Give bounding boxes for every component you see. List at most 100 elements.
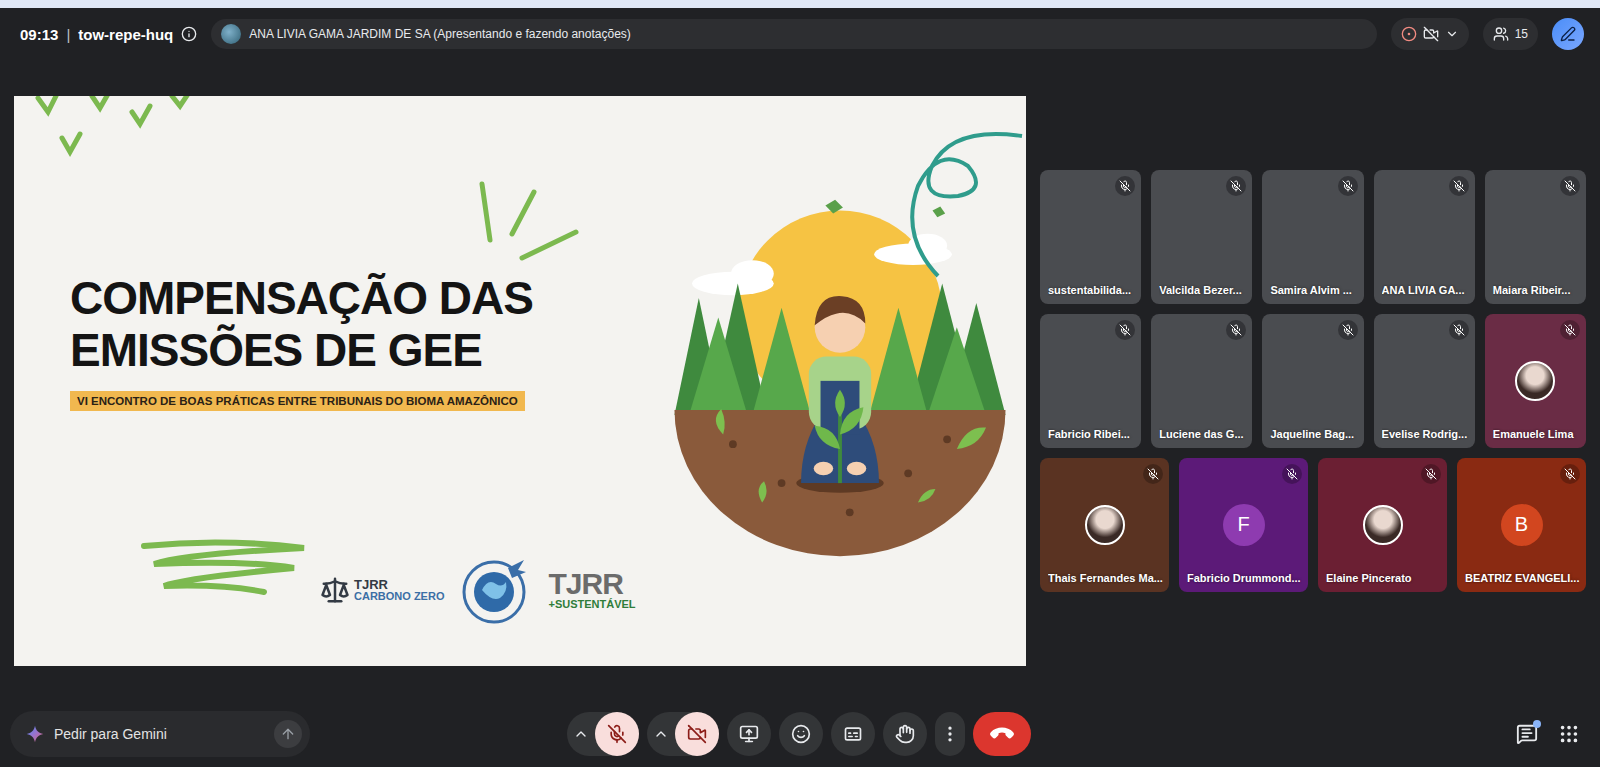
tile-row: sustentabilida... Valcilda Bezer... Samira… <box>1040 170 1586 304</box>
logo-title: TJRR <box>548 569 635 599</box>
meeting-code: tow-repe-huq <box>78 26 173 43</box>
muted-badge <box>1226 320 1246 340</box>
participant-tile[interactable]: Elaine Pincerato <box>1318 458 1447 592</box>
mic-off-icon <box>1453 324 1465 336</box>
separator: | <box>66 26 70 43</box>
participant-avatar: F <box>1223 504 1265 546</box>
reactions-button[interactable] <box>779 712 823 756</box>
participant-name: Jaqueline Bag... <box>1270 428 1357 440</box>
meeting-time: 09:13 <box>20 26 58 43</box>
send-button[interactable] <box>274 720 302 748</box>
participant-tile[interactable]: Evelise Rodrig... <box>1374 314 1475 448</box>
logo-title: TJRR <box>354 578 444 591</box>
presentation-slide: COMPENSAÇÃO DAS EMISSÕES DE GEEVI ENCONT… <box>14 96 1026 666</box>
mic-off-icon <box>1286 468 1298 480</box>
mic-off-icon <box>1147 468 1159 480</box>
mic-off-icon <box>1230 324 1242 336</box>
muted-badge <box>1338 320 1358 340</box>
participant-name: Fabricio Ribei... <box>1048 428 1135 440</box>
captions-icon <box>843 724 863 744</box>
muted-badge <box>1338 176 1358 196</box>
microphone-button[interactable] <box>595 712 639 756</box>
camera-button[interactable] <box>675 712 719 756</box>
participant-tile[interactable]: ANA LIVIA GA... <box>1374 170 1475 304</box>
leave-call-button[interactable] <box>973 712 1031 756</box>
people-icon <box>1493 26 1509 42</box>
activities-button[interactable] <box>1558 723 1580 745</box>
participant-tile[interactable]: Jaqueline Bag... <box>1262 314 1363 448</box>
scribble-decoration <box>894 126 1024 286</box>
mic-off-icon <box>1453 180 1465 192</box>
camera-group <box>647 712 719 756</box>
mic-off-icon <box>1564 468 1576 480</box>
bottom-bar: Pedir para Gemini <box>0 701 1600 767</box>
muted-badge <box>1449 320 1469 340</box>
top-bar: 09:13 | tow-repe-huq ANA LIVIA GAMA JARDIM … <box>0 8 1600 60</box>
participant-name: Evelise Rodrig... <box>1382 428 1469 440</box>
participant-tile[interactable]: Fabricio Ribei... <box>1040 314 1141 448</box>
arrow-up-icon <box>280 726 296 742</box>
presentation-stage: COMPENSAÇÃO DAS EMISSÕES DE GEEVI ENCONT… <box>14 60 1026 701</box>
present-button[interactable] <box>727 712 771 756</box>
tile-row: Fabricio Ribei... Luciene das G... Jaqueli… <box>1040 314 1586 448</box>
chevron-up-icon <box>573 726 589 742</box>
recording-controls[interactable] <box>1391 18 1469 50</box>
participant-tile[interactable]: Maiara Ribeir... <box>1485 170 1586 304</box>
chat-button[interactable] <box>1516 723 1538 745</box>
info-icon[interactable] <box>181 26 197 42</box>
participant-tile[interactable]: sustentabilida... <box>1040 170 1141 304</box>
camera-off-icon <box>1423 26 1439 42</box>
presenter-banner[interactable]: ANA LIVIA GAMA JARDIM DE SA (Apresentand… <box>211 19 1376 49</box>
muted-badge <box>1421 464 1441 484</box>
participant-tile[interactable]: Thais Fernandes Ma... <box>1040 458 1169 592</box>
slide-illustration <box>654 96 1026 666</box>
participants-count: 15 <box>1515 27 1528 41</box>
participants-button[interactable]: 15 <box>1483 18 1538 50</box>
mic-off-icon <box>1564 324 1576 336</box>
gemini-input[interactable]: Pedir para Gemini <box>10 711 310 757</box>
participant-tile[interactable]: FFabricio Drummond... <box>1179 458 1308 592</box>
participant-tile[interactable]: Luciene das G... <box>1151 314 1252 448</box>
hang-up-icon <box>988 720 1016 748</box>
participant-tile[interactable]: BBEATRIZ EVANGELI... <box>1457 458 1586 592</box>
browser-strip <box>0 0 1600 8</box>
mic-off-icon <box>607 724 627 744</box>
logo-caption: +SUSTENTÁVEL <box>548 599 635 610</box>
muted-badge <box>1143 464 1163 484</box>
annotate-button[interactable] <box>1552 18 1584 50</box>
more-vertical-icon <box>940 724 960 744</box>
muted-badge <box>1560 176 1580 196</box>
apps-grid-icon <box>1558 723 1580 745</box>
participant-tile[interactable]: Samira Alvim ... <box>1262 170 1363 304</box>
participant-avatar: B <box>1501 504 1543 546</box>
unread-dot <box>1533 720 1541 728</box>
mic-off-icon <box>1564 180 1576 192</box>
participant-name: ANA LIVIA GA... <box>1382 284 1469 296</box>
checkmarks-decoration <box>32 96 202 162</box>
more-options-button[interactable] <box>935 712 965 756</box>
participant-name: Valcilda Bezer... <box>1159 284 1246 296</box>
muted-badge <box>1560 320 1580 340</box>
camera-off-icon <box>687 724 707 744</box>
mic-off-icon <box>1119 180 1131 192</box>
present-screen-icon <box>739 724 759 744</box>
hand-icon <box>895 724 915 744</box>
sustainable-logo: TJRR+SUSTENTÁVEL <box>548 569 635 610</box>
muted-badge <box>1115 320 1135 340</box>
microphone-group <box>567 712 639 756</box>
record-icon <box>1401 26 1417 42</box>
raise-hand-button[interactable] <box>883 712 927 756</box>
tile-row: Thais Fernandes Ma...FFabricio Drummond.… <box>1040 458 1586 592</box>
video-settings-button[interactable] <box>647 712 675 756</box>
chevron-down-icon <box>1445 27 1459 41</box>
participant-tile[interactable]: Valcilda Bezer... <box>1151 170 1252 304</box>
participant-tile[interactable]: Emanuele Lima <box>1485 314 1586 448</box>
muted-badge <box>1449 176 1469 196</box>
logo-caption: CARBONO ZERO <box>354 591 444 602</box>
gemini-placeholder: Pedir para Gemini <box>54 726 264 742</box>
captions-button[interactable] <box>831 712 875 756</box>
muted-badge <box>1282 464 1302 484</box>
participant-name: Emanuele Lima <box>1493 428 1580 440</box>
audio-settings-button[interactable] <box>567 712 595 756</box>
chevron-up-icon <box>653 726 669 742</box>
